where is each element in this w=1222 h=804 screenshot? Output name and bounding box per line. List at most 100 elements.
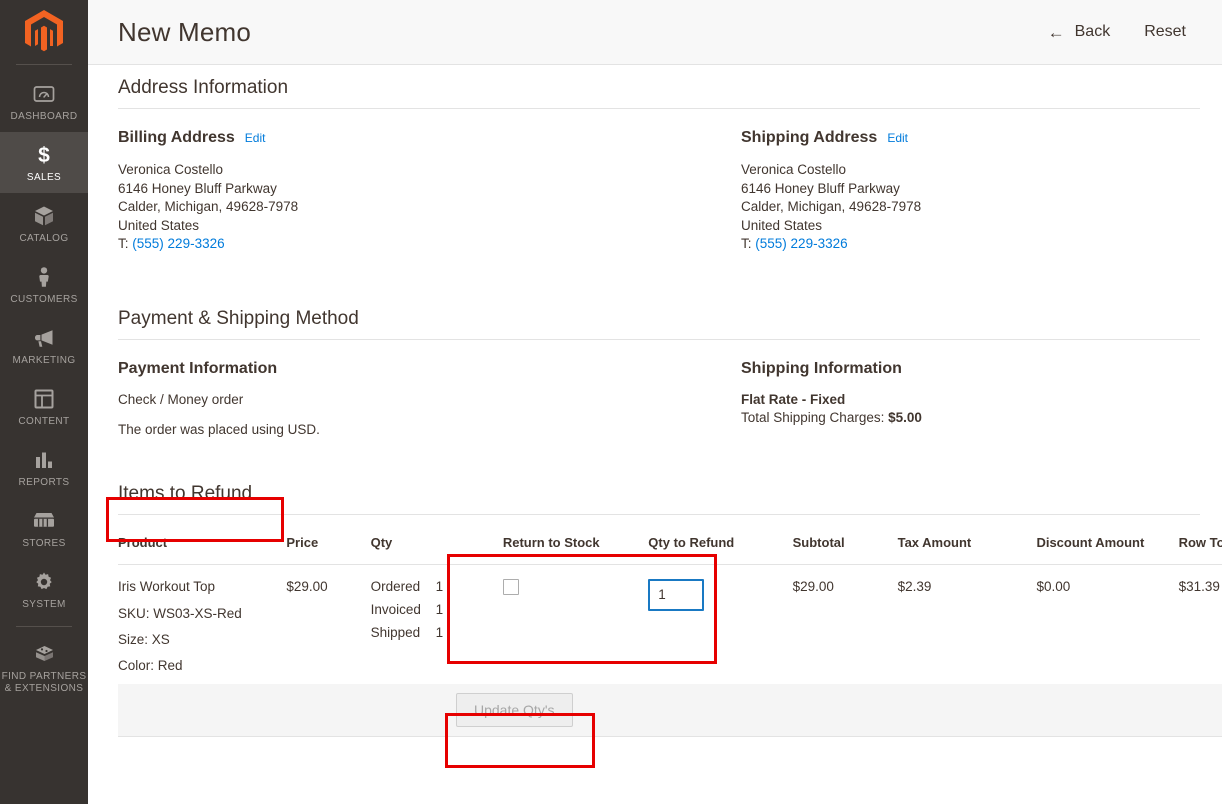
sidebar-item-reports[interactable]: Reports <box>0 437 88 498</box>
qty-to-refund-input[interactable] <box>648 578 705 611</box>
back-button-label: Back <box>1074 23 1111 40</box>
column-header-tax-amount: Tax Amount <box>897 534 1037 565</box>
address-information-title: Address Information <box>118 65 1200 109</box>
megaphone-icon <box>32 325 57 351</box>
sidebar-divider-bottom <box>16 626 72 627</box>
billing-address-edit-link[interactable]: Edit <box>245 131 266 145</box>
sidebar-item-label: Customers <box>10 294 78 305</box>
shipping-phone-link[interactable]: (555) 229-3326 <box>755 236 847 251</box>
arrow-left-icon: ← <box>1047 22 1065 42</box>
column-header-qty-to-refund: Qty to Refund <box>648 534 793 565</box>
update-qtys-button[interactable]: Update Qty's <box>456 692 573 727</box>
column-header-row-total: Row Total <box>1178 534 1222 565</box>
reset-button[interactable]: Reset <box>1144 23 1186 41</box>
billing-address-label: Billing Address <box>118 129 235 146</box>
shipping-phone-line: T: (555) 229-3326 <box>741 235 1200 254</box>
payment-information-block: Payment Information Check / Money order … <box>118 340 659 437</box>
column-header-discount-amount: Discount Amount <box>1036 534 1179 565</box>
billing-street: 6146 Honey Bluff Parkway <box>118 180 277 196</box>
qty-shipped-value: 1 <box>435 624 444 640</box>
cell-qty-to-refund <box>648 564 792 684</box>
gear-icon <box>32 569 56 595</box>
shipping-address-block: Shipping Address Edit Veronica Costello … <box>659 109 1200 254</box>
billing-address-heading: Billing Address Edit <box>118 129 659 147</box>
box-icon <box>32 203 56 229</box>
svg-text:$: $ <box>38 144 50 167</box>
table-row: Iris Workout Top SKU: WS03-XS-Red Size: … <box>118 564 1222 684</box>
table-header: Product Price Qty Return to Stock Qty to… <box>118 534 1222 565</box>
reset-button-label: Reset <box>1144 23 1186 40</box>
page-body: Address Information Billing Address Edit… <box>88 65 1222 737</box>
qty-shipped: Shipped 1 <box>371 625 491 640</box>
sidebar-item-label: Marketing <box>12 355 76 366</box>
cell-discount-amount: $0.00 <box>1036 578 1071 594</box>
cell-tax-amount: $2.39 <box>897 578 932 594</box>
billing-phone-line: T: (555) 229-3326 <box>118 235 659 254</box>
cell-product: Iris Workout Top SKU: WS03-XS-Red Size: … <box>118 564 286 684</box>
address-columns: Billing Address Edit Veronica Costello 6… <box>118 109 1200 254</box>
magento-logo[interactable] <box>0 0 88 64</box>
sidebar-item-label: Find Partners & Extensions <box>1 671 87 694</box>
shipping-information-heading: Shipping Information <box>741 359 902 377</box>
qty-shipped-label: Shipped <box>370 624 421 640</box>
layout-icon <box>32 386 56 412</box>
billing-phone-link[interactable]: (555) 229-3326 <box>132 236 224 251</box>
sidebar-item-label: Catalog <box>19 233 69 244</box>
sidebar-item-catalog[interactable]: Catalog <box>0 193 88 254</box>
total-shipping-charges: Total Shipping Charges: $5.00 <box>741 410 1200 425</box>
payment-shipping-method-title: Payment & Shipping Method <box>118 296 1200 340</box>
blocks-icon <box>32 641 57 667</box>
sidebar-item-label: Dashboard <box>10 111 78 122</box>
phone-prefix: T: <box>118 236 129 252</box>
return-to-stock-checkbox[interactable] <box>502 578 519 595</box>
billing-address-block: Billing Address Edit Veronica Costello 6… <box>118 109 659 254</box>
sidebar-item-find-partners-extensions[interactable]: Find Partners & Extensions <box>0 631 88 704</box>
dashboard-icon <box>32 81 56 107</box>
sidebar-item-customers[interactable]: Customers <box>0 254 88 315</box>
shipping-address-label: Shipping Address <box>741 129 878 146</box>
table-header-row: Product Price Qty Return to Stock Qty to… <box>118 534 1222 565</box>
cell-price: $29.00 <box>286 578 328 594</box>
shipping-method-name: Flat Rate - Fixed <box>741 391 846 407</box>
payment-currency-note: The order was placed using USD. <box>118 421 320 437</box>
cell-return-to-stock <box>491 564 648 684</box>
back-button[interactable]: ← Back <box>1048 23 1111 41</box>
total-shipping-charges-value: $5.00 <box>888 409 922 425</box>
shipping-city-state-zip: Calder, Michigan, 49628-7978 <box>741 199 922 215</box>
sidebar-item-label: System <box>22 599 66 610</box>
method-columns: Payment Information Check / Money order … <box>118 340 1200 437</box>
cell-qty: Ordered 1 Invoiced 1 Shipped 1 <box>371 564 491 684</box>
sidebar-item-marketing[interactable]: Marketing <box>0 315 88 376</box>
shipping-name: Veronica Costello <box>741 162 847 177</box>
header-actions: ← Back Reset <box>1048 23 1204 41</box>
qty-ordered-value: 1 <box>435 578 444 594</box>
main-content: New Memo ← Back Reset Address Informatio… <box>88 0 1222 804</box>
qty-invoiced: Invoiced 1 <box>371 602 491 617</box>
sidebar-item-label: Content <box>18 416 70 427</box>
sidebar-item-content[interactable]: Content <box>0 376 88 437</box>
shipping-address-edit-link[interactable]: Edit <box>887 131 908 145</box>
sidebar-item-label: Stores <box>22 538 66 549</box>
product-name: Iris Workout Top <box>118 578 216 594</box>
total-shipping-charges-label: Total Shipping Charges: <box>741 409 885 425</box>
items-to-refund-title: Items to Refund <box>118 471 1200 515</box>
bar-chart-icon <box>32 447 56 473</box>
page-title: New Memo <box>118 16 252 47</box>
sidebar-item-stores[interactable]: Stores <box>0 498 88 559</box>
items-to-refund-table: Product Price Qty Return to Stock Qty to… <box>118 534 1222 737</box>
phone-prefix: T: <box>741 236 752 252</box>
sidebar-item-dashboard[interactable]: Dashboard <box>0 71 88 132</box>
sidebar-item-label: Reports <box>18 477 70 488</box>
product-option-color: Color: Red <box>118 657 183 673</box>
sidebar-item-sales[interactable]: $ Sales <box>0 132 88 193</box>
column-header-qty: Qty <box>370 534 491 565</box>
sidebar-item-system[interactable]: System <box>0 559 88 620</box>
qty-invoiced-value: 1 <box>435 601 444 617</box>
cell-row-total: $31.39 <box>1178 578 1220 594</box>
qty-ordered: Ordered 1 <box>371 579 491 594</box>
sidebar-item-label: Sales <box>26 172 62 183</box>
table-footer-row: Update Qty's <box>118 683 1222 737</box>
payment-information-heading: Payment Information <box>118 359 278 377</box>
shipping-street: 6146 Honey Bluff Parkway <box>741 180 900 196</box>
column-header-return-to-stock: Return to Stock <box>490 534 649 565</box>
